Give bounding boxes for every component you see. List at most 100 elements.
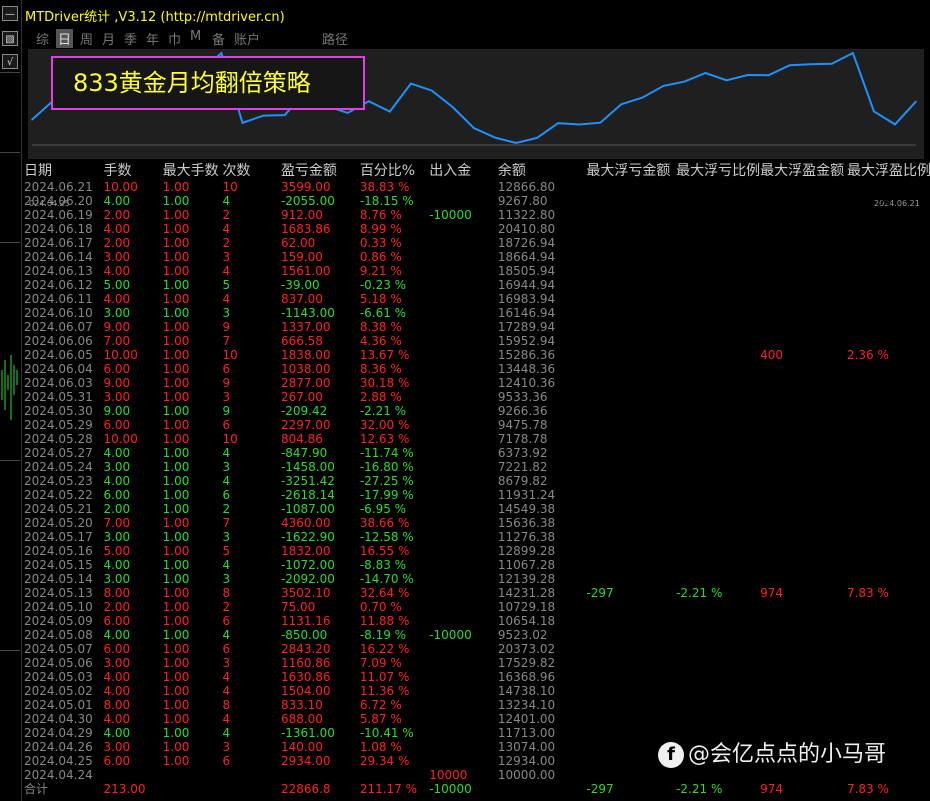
cell-max-lots: 1.00 [162, 516, 190, 530]
header-max-float-profit[interactable]: 最大浮盈金额 [760, 163, 847, 180]
tab-summary[interactable]: 综 [36, 29, 49, 48]
cell-deposit: 0 [429, 264, 437, 278]
header-max-float-profit-pct[interactable]: 最大浮盈比例 [847, 163, 930, 180]
cell-max-float-loss-pct: 0.00 % [676, 572, 719, 586]
cell-percent: 29.34 % [359, 754, 410, 768]
header-date[interactable]: 日期 [24, 163, 103, 180]
tab-currency[interactable]: 巾 [168, 29, 181, 48]
cell-max-lots: 1.00 [162, 698, 190, 712]
cell-pnl: 3502.10 [280, 586, 331, 600]
table-row: 2024.05.02 4.00 1.00 4 1504.00 11.36 % 0 14738.… [24, 684, 930, 698]
header-deposit[interactable]: 出入金 [429, 163, 498, 180]
cell-max-float-loss-pct: 0.00 % [676, 768, 719, 782]
cell-max-lots: 1.00 [162, 670, 190, 684]
cell-max-float-profit: 0 [760, 222, 768, 236]
cell-lots: 5.00 [103, 544, 131, 558]
cell-pnl: -209.42 [280, 404, 328, 418]
tab-week[interactable]: 周 [80, 29, 93, 48]
cell-count: 6 [222, 362, 231, 376]
cell-count: 4 [222, 726, 231, 740]
cell-lots: 3.00 [103, 530, 131, 544]
table-row: 2024.05.29 6.00 1.00 6 2297.00 32.00 % 0 9475.7… [24, 418, 930, 432]
cell-deposit: 0 [429, 292, 437, 306]
path-button[interactable]: 路径 [322, 29, 348, 48]
cell-deposit: 0 [429, 362, 437, 376]
tab-day[interactable]: 日 [56, 29, 74, 48]
cell-count: 6 [222, 754, 231, 768]
cell-lots: 3.00 [103, 306, 131, 320]
header-lots[interactable]: 手数 [103, 163, 162, 180]
cell-percent: -10.41 % [359, 726, 414, 740]
cell-deposit: -10000 [429, 628, 472, 642]
cell-balance: 15636.38 [497, 516, 556, 530]
cell-balance: 18505.94 [497, 264, 556, 278]
chart-icon[interactable]: ▧ [2, 31, 18, 46]
summary-cell-max-float-profit: 974 [760, 782, 783, 796]
cell-percent: -11.74 % [359, 446, 414, 460]
header-balance[interactable]: 余额 [498, 163, 586, 180]
cell-lots: 4.00 [103, 474, 131, 488]
header-count[interactable]: 次数 [222, 163, 281, 180]
cell-date: 2024.06.18 [24, 222, 93, 236]
cell-max-lots: 1.00 [162, 306, 190, 320]
summary-cell-count [222, 782, 281, 796]
tab-month[interactable]: 月 [102, 29, 115, 48]
cell-balance: 11276.38 [497, 530, 556, 544]
table-row: 2024.04.30 4.00 1.00 4 688.00 5.87 % 0 12401.00… [24, 712, 930, 726]
cell-pnl: -2618.14 [280, 488, 335, 502]
cell-balance: 12866.80 [497, 180, 556, 194]
cell-percent: -6.95 % [359, 502, 407, 516]
cell-pnl: 1832.00 [280, 544, 331, 558]
cell-date: 2024.05.31 [24, 390, 93, 404]
cell-count: 5 [222, 544, 231, 558]
cell-count: 4 [222, 558, 231, 572]
cell-balance: 15952.94 [497, 334, 556, 348]
header-max-float-loss-pct[interactable]: 最大浮亏比例 [676, 163, 760, 180]
cell-percent: 9.21 % [359, 264, 402, 278]
cell-lots: 6.00 [103, 754, 131, 768]
cell-percent: 38.83 % [359, 180, 410, 194]
cell-max-float-loss-pct: 0.00 % [676, 432, 719, 446]
tab-year[interactable]: 年 [146, 29, 159, 48]
header-percent[interactable]: 百分比% [360, 163, 429, 180]
cell-deposit: 0 [429, 348, 437, 362]
cell-max-float-loss-pct: 0.00 % [676, 292, 719, 306]
cell-percent: -27.25 % [359, 474, 414, 488]
header-max-lots[interactable]: 最大手数 [163, 163, 223, 180]
cell-max-float-loss: 0 [586, 292, 595, 306]
cell-count: 9 [222, 404, 231, 418]
tab-notes[interactable]: 备 [212, 29, 225, 48]
tab-quarter[interactable]: 季 [124, 29, 137, 48]
cell-max-float-profit-pct: 0.00 % [846, 208, 889, 222]
cell-max-lots: 1.00 [162, 474, 190, 488]
cell-count: 4 [222, 194, 231, 208]
cell-max-float-profit-pct: 0.00 % [846, 516, 889, 530]
header-pnl[interactable]: 盈亏金额 [281, 163, 360, 180]
cell-max-float-profit: 0 [760, 628, 768, 642]
cell-lots: 2.00 [103, 208, 131, 222]
cell-percent: 4.36 % [359, 334, 402, 348]
equity-point [915, 100, 917, 103]
check-icon[interactable]: √ [2, 54, 18, 69]
cell-max-float-profit: 0 [760, 320, 768, 334]
cell-max-float-profit: 974 [760, 586, 783, 600]
cell-max-lots: 1.00 [162, 390, 190, 404]
cell-max-lots: 1.00 [162, 250, 190, 264]
header-max-float-loss[interactable]: 最大浮亏金额 [586, 163, 676, 180]
cell-lots: 6.00 [103, 614, 131, 628]
cell-max-float-profit-pct: 0.00 % [846, 418, 889, 432]
cell-max-lots: 1.00 [162, 586, 190, 600]
cell-max-lots: 1.00 [162, 460, 190, 474]
cell-max-float-loss-pct: 0.00 % [676, 530, 719, 544]
cell-pnl: -1087.00 [280, 502, 335, 516]
tab-account[interactable]: 账户 [234, 29, 260, 48]
cell-pnl: -1143.00 [280, 306, 335, 320]
summary-cell-max-float-profit-pct: 7.83 % [846, 782, 889, 796]
minimize-icon[interactable]: — [2, 6, 18, 21]
cell-max-float-loss: 0 [586, 376, 595, 390]
cell-lots: 10.00 [103, 348, 138, 362]
tab-m[interactable]: M [190, 29, 201, 44]
cell-max-lots: 1.00 [162, 712, 190, 726]
cell-max-float-profit-pct: 0.00 % [846, 334, 889, 348]
cell-max-float-profit-pct: 0.00 % [846, 390, 889, 404]
